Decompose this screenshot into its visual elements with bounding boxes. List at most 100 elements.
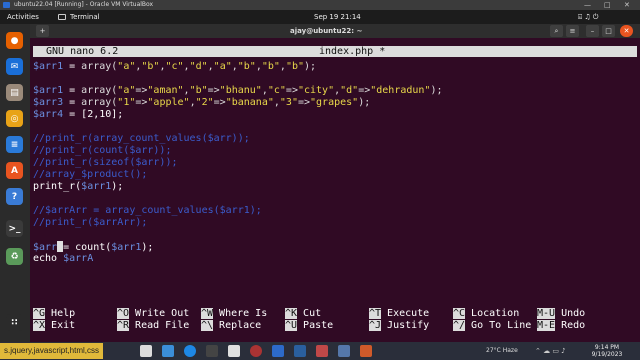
code-token: echo — [33, 253, 64, 264]
code-line: $arr3 = array("1"=>"apple","2"=>"banana"… — [33, 97, 370, 109]
code-token: "c" — [267, 85, 286, 96]
shortcut-read-file[interactable]: ^R Read File — [117, 320, 189, 332]
shortcut-write-out[interactable]: ^O Write Out — [117, 308, 189, 320]
code-token: => — [213, 97, 226, 108]
window-maximize-button[interactable]: □ — [604, 0, 611, 10]
shortcut-where-is[interactable]: ^W Where Is — [201, 308, 267, 320]
activities-button[interactable]: Activities — [7, 10, 39, 24]
maximize-button[interactable]: □ — [602, 25, 615, 37]
help-icon[interactable]: ? — [6, 188, 23, 205]
code-token: "city" — [297, 85, 335, 96]
close-button[interactable]: ✕ — [620, 25, 633, 37]
shortcut-label: Execute — [387, 308, 430, 319]
code-token: print_r( — [33, 181, 82, 192]
code-token: => — [285, 85, 298, 96]
shortcut-justify[interactable]: ^J Justify — [369, 320, 429, 332]
shortcut-key: ^J — [369, 320, 382, 331]
libreoffice-writer-icon[interactable]: ≡ — [6, 136, 23, 153]
ubuntu-dock: ● ✉ ▤ ◎ ≡ A? >_ ♻ ∷ — [0, 24, 30, 342]
vscode-icon[interactable] — [294, 345, 306, 357]
store-icon[interactable] — [206, 345, 218, 357]
system-tray[interactable]: ⍇ ♫ ⏻ — [578, 10, 598, 24]
code-token: //print_r($arrArr); — [33, 217, 148, 228]
files-icon[interactable]: ▤ — [6, 84, 23, 101]
code-token: $arr3 — [33, 97, 64, 108]
shortcut-location[interactable]: ^C Location — [453, 308, 519, 320]
shortcut-key: M-U — [537, 308, 556, 319]
shortcut-label: Write Out — [135, 308, 190, 319]
code-line: //$arrArr = array_count_values($arr1); — [33, 205, 262, 217]
shortcut-label: Read File — [135, 320, 190, 331]
search-icon[interactable]: ⌕ — [550, 25, 563, 37]
terminal-body[interactable]: GNU nano 6.2 index.php * $arr1 = array("… — [30, 38, 640, 342]
shortcut-go-to-line[interactable]: ^/ Go To Line — [453, 320, 531, 332]
shortcut-label: Undo — [561, 308, 586, 319]
shortcut-replace[interactable]: ^\ Replace — [201, 320, 261, 332]
virtualbox-taskbar-icon[interactable] — [272, 345, 284, 357]
chrome-icon[interactable] — [250, 345, 262, 357]
taskbar-clock[interactable]: 9:14 PM 9/19/2023 — [590, 344, 624, 358]
shortcut-key: ^/ — [453, 320, 466, 331]
task-view-icon[interactable] — [140, 345, 152, 357]
windows-taskbar: s.jquery,javascript,html,css 27°C Haze ⌃… — [0, 342, 640, 360]
shortcut-exit[interactable]: ^X Exit — [33, 320, 75, 332]
code-token: "1" — [117, 97, 136, 108]
code-line: echo $arrA — [33, 253, 93, 265]
file-explorer-icon[interactable] — [162, 345, 174, 357]
code-line: $arr4 = [2,10]; — [33, 109, 123, 121]
shortcut-redo[interactable]: M-E Redo — [537, 320, 585, 332]
terminal-icon[interactable]: >_ — [6, 220, 23, 237]
code-token: "d" — [189, 61, 208, 72]
shortcut-paste[interactable]: ^U Paste — [285, 320, 333, 332]
minimize-button[interactable]: – — [586, 25, 599, 37]
code-token: ); — [358, 97, 371, 108]
code-token: "banana" — [225, 97, 274, 108]
code-token: "3" — [279, 97, 298, 108]
code-token: "2" — [195, 97, 214, 108]
code-token: //array_$product(); — [33, 169, 148, 180]
terminal-taskbar-icon[interactable] — [338, 345, 350, 357]
weather-widget[interactable]: 27°C Haze — [486, 342, 518, 360]
shortcut-label: Replace — [219, 320, 262, 331]
show-apps-icon[interactable]: ∷ — [6, 314, 23, 331]
app-menu-terminal[interactable]: Terminal — [70, 10, 100, 24]
shortcut-help[interactable]: ^G Help — [33, 308, 75, 320]
code-token: ); — [111, 181, 124, 192]
nano-filename: index.php * — [319, 46, 386, 57]
taskbar-search-box[interactable]: s.jquery,javascript,html,css — [0, 343, 103, 359]
code-token: ); — [141, 242, 154, 253]
taskbar-tray[interactable]: ⌃ ☁ ▭ ♪ — [535, 342, 566, 360]
top-bar-clock[interactable]: Sep 19 21:14 — [314, 10, 361, 24]
shortcut-execute[interactable]: ^T Execute — [369, 308, 429, 320]
shortcut-key: ^G — [33, 308, 46, 319]
window-close-button[interactable]: ✕ — [624, 0, 630, 10]
shortcut-undo[interactable]: M-U Undo — [537, 308, 585, 320]
edge-icon[interactable] — [184, 345, 196, 357]
code-token: "b" — [261, 61, 280, 72]
window-minimize-button[interactable]: — — [584, 0, 591, 10]
shortcut-key: ^K — [285, 308, 298, 319]
new-tab-button[interactable]: + — [36, 25, 49, 37]
code-token: = — [63, 61, 82, 72]
app-center-icon[interactable]: A — [6, 162, 23, 179]
code-token: "dehradun" — [370, 85, 431, 96]
app-icon[interactable] — [228, 345, 240, 357]
app-icon-2[interactable] — [360, 345, 372, 357]
terminal-headerbar: + ajay@ubuntu22: ~ ⌕ ≡ – □ ✕ — [30, 24, 640, 38]
code-token: //print_r(sizeof($arr)); — [33, 157, 178, 168]
shortcut-label: Where Is — [219, 308, 268, 319]
virtualbox-icon — [3, 2, 10, 8]
shortcut-cut[interactable]: ^K Cut — [285, 308, 321, 320]
hamburger-menu-icon[interactable]: ≡ — [566, 25, 579, 37]
code-token: array( — [81, 61, 118, 72]
rhythmbox-icon[interactable]: ◎ — [6, 110, 23, 127]
code-token: => — [135, 85, 148, 96]
shortcut-key: ^O — [117, 308, 130, 319]
firefox-icon[interactable]: ● — [6, 32, 23, 49]
shortcut-label: Help — [51, 308, 76, 319]
trash-icon[interactable]: ♻ — [6, 248, 23, 265]
recorder-icon[interactable] — [316, 345, 328, 357]
gnome-top-bar: Activities Terminal Sep 19 21:14 ⍇ ♫ ⏻ — [0, 10, 640, 24]
shortcut-key: ^R — [117, 320, 130, 331]
thunderbird-icon[interactable]: ✉ — [6, 58, 23, 75]
